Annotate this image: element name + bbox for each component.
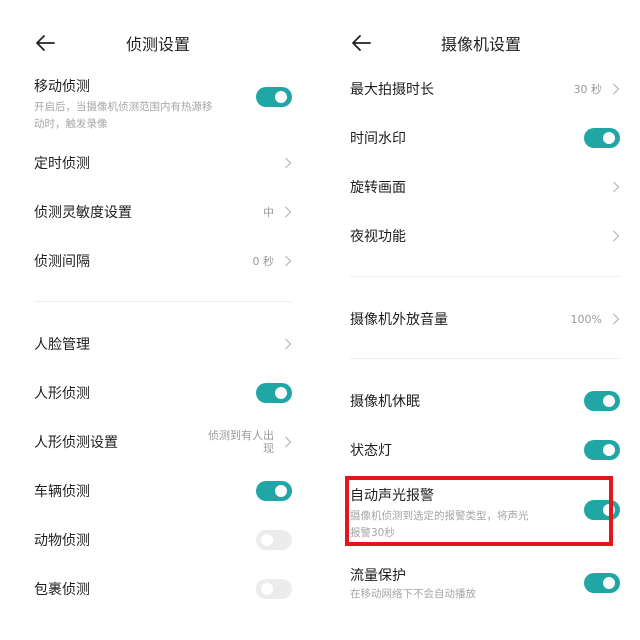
- detection-settings-panel: 侦测设置 移动侦测 开启后，当摄像机侦测范围内有热源移 动时，触发录像 定时侦测 …: [0, 0, 316, 640]
- chevron-right-icon: [613, 83, 620, 95]
- header: 摄像机设置: [322, 26, 640, 60]
- setting-label: 移动侦测: [34, 78, 90, 95]
- setting-time-watermark[interactable]: 时间水印: [350, 126, 620, 150]
- animal-detection-toggle[interactable]: [256, 530, 292, 550]
- setting-human-detection[interactable]: 人形侦测: [34, 381, 292, 405]
- setting-description: 开启后，当摄像机侦测范围内有热源移 动时，触发录像: [34, 100, 213, 130]
- chevron-right-icon: [285, 206, 292, 218]
- page-title: 侦测设置: [125, 35, 190, 54]
- divider: [350, 276, 620, 277]
- setting-motion-detection[interactable]: 移动侦测 开启后，当摄像机侦测范围内有热源移 动时，触发录像: [34, 76, 292, 132]
- time-watermark-toggle[interactable]: [584, 128, 620, 148]
- vehicle-detection-toggle[interactable]: [256, 481, 292, 501]
- setting-rotate-view[interactable]: 旋转画面: [350, 175, 620, 199]
- setting-human-detection-config[interactable]: 人形侦测设置 侦测到有人出现: [34, 428, 292, 456]
- setting-vehicle-detection[interactable]: 车辆侦测: [34, 479, 292, 503]
- setting-detection-interval[interactable]: 侦测间隔 0 秒: [34, 249, 292, 273]
- highlight-box: [345, 476, 613, 546]
- setting-animal-detection[interactable]: 动物侦测: [34, 528, 292, 552]
- setting-description: 在移动网络下不会自动播放: [350, 588, 476, 600]
- status-light-toggle[interactable]: [584, 440, 620, 460]
- data-saver-toggle[interactable]: [584, 573, 620, 593]
- setting-data-saver[interactable]: 流量保护 在移动网络下不会自动播放: [350, 564, 620, 604]
- setting-night-vision[interactable]: 夜视功能: [350, 224, 620, 248]
- max-duration-value: 30 秒: [573, 83, 603, 96]
- human-detection-toggle[interactable]: [256, 383, 292, 403]
- setting-camera-sleep[interactable]: 摄像机休眠: [350, 389, 620, 413]
- setting-status-light[interactable]: 状态灯: [350, 438, 620, 462]
- chevron-right-icon: [285, 338, 292, 350]
- header: 侦测设置: [0, 26, 316, 60]
- chevron-right-icon: [613, 313, 620, 325]
- chevron-right-icon: [613, 230, 620, 242]
- setting-speaker-volume[interactable]: 摄像机外放音量 100%: [350, 307, 620, 331]
- setting-face-management[interactable]: 人脸管理: [34, 332, 292, 356]
- setting-scheduled-detection[interactable]: 定时侦测: [34, 151, 292, 175]
- motion-detection-toggle[interactable]: [256, 87, 292, 107]
- chevron-right-icon: [285, 255, 292, 267]
- interval-value: 0 秒: [252, 255, 275, 268]
- human-detection-config-value: 侦测到有人出现: [208, 429, 274, 455]
- chevron-right-icon: [613, 181, 620, 193]
- sensitivity-value: 中: [263, 206, 274, 219]
- page-title: 摄像机设置: [440, 35, 521, 54]
- camera-sleep-toggle[interactable]: [584, 391, 620, 411]
- chevron-right-icon: [285, 157, 292, 169]
- setting-max-record-duration[interactable]: 最大拍摄时长 30 秒: [350, 77, 620, 101]
- chevron-right-icon: [285, 436, 292, 448]
- divider: [34, 301, 292, 302]
- divider: [350, 358, 620, 359]
- setting-detection-sensitivity[interactable]: 侦测灵敏度设置 中: [34, 200, 292, 224]
- package-detection-toggle[interactable]: [256, 579, 292, 599]
- setting-package-detection[interactable]: 包裹侦测: [34, 577, 292, 601]
- volume-value: 100%: [570, 312, 602, 326]
